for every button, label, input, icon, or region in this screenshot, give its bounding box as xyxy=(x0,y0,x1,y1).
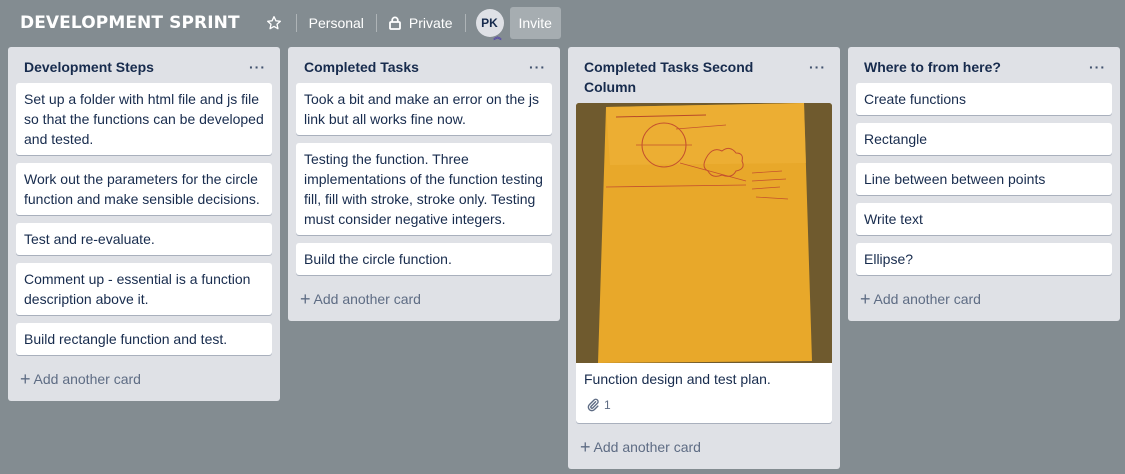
card[interactable]: Build the circle function. xyxy=(296,243,552,275)
header-divider xyxy=(375,14,377,32)
add-card-label: Add another card xyxy=(33,371,141,387)
list-title[interactable]: Where to from here? xyxy=(864,57,1001,77)
card-badges: 1 xyxy=(576,395,832,423)
attachment-count: 1 xyxy=(604,398,611,412)
card-title: Test and re-evaluate. xyxy=(24,231,155,247)
card[interactable]: Line between between points xyxy=(856,163,1112,195)
card-title: Rectangle xyxy=(864,131,928,147)
add-card-button[interactable]: + Add another card xyxy=(288,283,560,321)
plus-icon: + xyxy=(860,289,871,309)
avatar-initials: PK xyxy=(481,16,498,30)
card-title: Took a bit and make an error on the js l… xyxy=(304,91,540,127)
plus-icon: + xyxy=(580,437,591,457)
star-icon xyxy=(266,16,281,30)
board-title[interactable]: DEVELOPMENT SPRINT xyxy=(12,7,248,39)
paperclip-icon xyxy=(586,398,600,412)
card-title: Set up a folder with html file and js fi… xyxy=(24,91,264,147)
add-card-button[interactable]: + Add another card xyxy=(848,283,1120,321)
card[interactable]: Work out the parameters for the circle f… xyxy=(16,163,272,215)
add-card-label: Add another card xyxy=(873,291,981,307)
card[interactable]: Function design and test plan. 1 xyxy=(576,103,832,423)
list-menu-icon[interactable]: ··· xyxy=(803,57,832,77)
lock-icon xyxy=(389,16,401,30)
team-button[interactable]: Personal xyxy=(303,7,370,39)
add-card-button[interactable]: + Add another card xyxy=(568,431,840,469)
plus-icon: + xyxy=(20,369,31,389)
add-card-button[interactable]: + Add another card xyxy=(8,363,280,401)
header-divider xyxy=(464,14,466,32)
list-menu-icon[interactable]: ··· xyxy=(243,57,272,77)
list-header: Where to from here? ··· xyxy=(848,47,1120,83)
card[interactable]: Comment up - essential is a function des… xyxy=(16,263,272,315)
card[interactable]: Test and re-evaluate. xyxy=(16,223,272,255)
visibility-button[interactable]: Private xyxy=(383,7,459,39)
visibility-label: Private xyxy=(408,15,453,31)
card[interactable]: Testing the function. Three implementati… xyxy=(296,143,552,235)
list-header: Development Steps ··· xyxy=(8,47,280,83)
card[interactable]: Set up a folder with html file and js fi… xyxy=(16,83,272,155)
card-title: Create functions xyxy=(864,91,966,107)
plus-icon: + xyxy=(300,289,311,309)
admin-chevron-icon: ︽ xyxy=(493,32,502,41)
team-label: Personal xyxy=(308,15,364,31)
card[interactable]: Create functions xyxy=(856,83,1112,115)
card-title: Line between between points xyxy=(864,171,1046,187)
star-button[interactable] xyxy=(258,7,290,39)
card[interactable]: Ellipse? xyxy=(856,243,1112,275)
card-title: Write text xyxy=(864,211,923,227)
list-header: Completed Tasks ··· xyxy=(288,47,560,83)
list-title[interactable]: Completed Tasks Second Column xyxy=(584,57,803,97)
card-title: Build rectangle function and test. xyxy=(24,331,228,347)
header-divider xyxy=(295,14,297,32)
add-card-label: Add another card xyxy=(313,291,421,307)
list-completed-tasks-second-column: Completed Tasks Second Column ··· Functi… xyxy=(568,47,840,469)
board-header: DEVELOPMENT SPRINT Personal Private PK ︽… xyxy=(0,0,1125,46)
card[interactable]: Build rectangle function and test. xyxy=(16,323,272,355)
card-title: Function design and test plan. xyxy=(584,371,771,387)
card-title: Build the circle function. xyxy=(304,251,452,267)
paper-photo xyxy=(576,103,832,363)
card[interactable]: Took a bit and make an error on the js l… xyxy=(296,83,552,135)
add-card-label: Add another card xyxy=(593,439,701,455)
card[interactable]: Write text xyxy=(856,203,1112,235)
member-avatar[interactable]: PK ︽ xyxy=(475,9,504,41)
card-cover-image xyxy=(576,103,832,363)
list-title[interactable]: Development Steps xyxy=(24,57,154,77)
card-title: Ellipse? xyxy=(864,251,914,267)
list-menu-icon[interactable]: ··· xyxy=(523,57,552,77)
card[interactable]: Rectangle xyxy=(856,123,1112,155)
card-title: Testing the function. Three implementati… xyxy=(304,151,543,227)
card-title: Comment up - essential is a function des… xyxy=(24,271,251,307)
list-menu-icon[interactable]: ··· xyxy=(1083,57,1112,77)
list-where-to-from-here: Where to from here? ··· Create functions… xyxy=(848,47,1120,321)
list-completed-tasks: Completed Tasks ··· Took a bit and make … xyxy=(288,47,560,321)
list-development-steps: Development Steps ··· Set up a folder wi… xyxy=(8,47,280,401)
invite-button[interactable]: Invite xyxy=(509,7,561,39)
list-header: Completed Tasks Second Column ··· xyxy=(568,47,840,103)
card-title: Work out the parameters for the circle f… xyxy=(24,171,260,207)
list-title[interactable]: Completed Tasks xyxy=(304,57,419,77)
